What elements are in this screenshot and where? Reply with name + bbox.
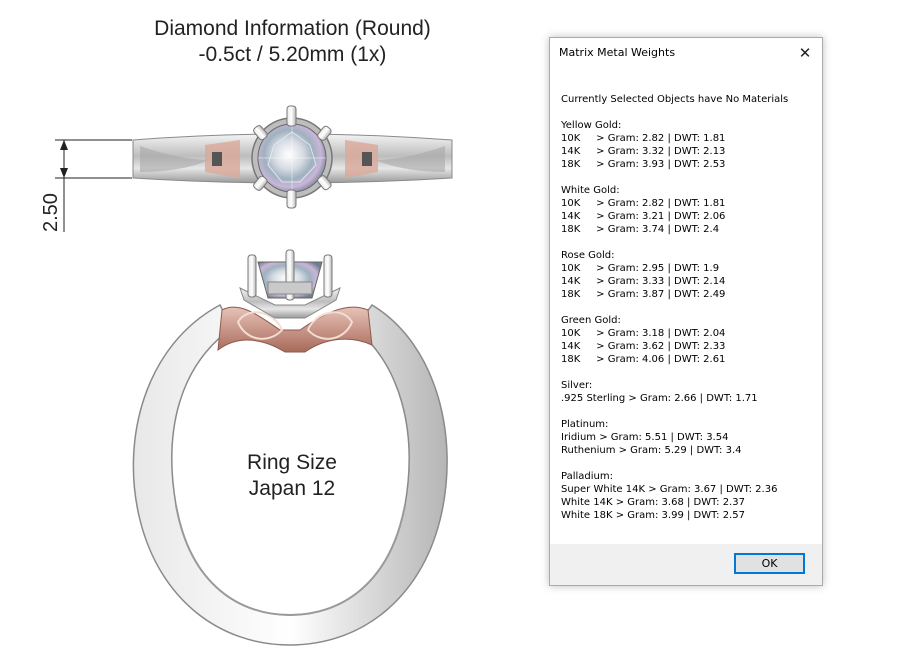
weight-row: Ruthenium > Gram: 5.29 | DWT: 3.4 [561,445,742,456]
dialog-title: Matrix Metal Weights [559,46,676,59]
weight-row: 14K > Gram: 3.32 | DWT: 2.13 [561,146,726,157]
dimension-marker [55,139,132,232]
metal-weights-dialog: Matrix Metal Weights ✕ Currently Selecte… [549,37,823,586]
dimension-label: 2.50 [40,193,62,232]
weight-row: 14K > Gram: 3.33 | DWT: 2.14 [561,276,726,287]
weight-row: 14K > Gram: 3.21 | DWT: 2.06 [561,211,726,222]
weight-row: 10K > Gram: 2.95 | DWT: 1.9 [561,263,720,274]
weight-row: 18K > Gram: 3.74 | DWT: 2.4 [561,224,720,235]
weight-row: 18K > Gram: 4.06 | DWT: 2.61 [561,354,726,365]
section-heading: Silver: [561,380,593,391]
section-heading: Palladium: [561,471,613,482]
metal-section: Yellow Gold: 10K > Gram: 2.82 | DWT: 1.81… [561,119,816,184]
status-text: Currently Selected Objects have No Mater… [561,94,789,105]
ring-top-view [132,105,453,209]
weight-row: White 14K > Gram: 3.68 | DWT: 2.37 [561,497,745,508]
section-heading: White Gold: [561,185,620,196]
dialog-content: Currently Selected Objects have No Mater… [561,93,816,522]
section-heading: Rose Gold: [561,250,615,261]
ring-size-label: Ring Size Japan 12 [222,450,362,502]
ring-size-line1: Ring Size [247,451,337,474]
section-heading: Yellow Gold: [561,120,622,131]
close-button[interactable]: ✕ [788,38,822,68]
ring-side-view [132,249,448,646]
metal-section: Silver: .925 Sterling > Gram: 2.66 | DWT:… [561,379,816,418]
weight-row: 18K > Gram: 3.87 | DWT: 2.49 [561,289,726,300]
weight-row: 18K > Gram: 3.93 | DWT: 2.53 [561,159,726,170]
close-icon: ✕ [798,44,812,62]
metal-section: Palladium: Super White 14K > Gram: 3.67 |… [561,470,816,522]
weight-row: .925 Sterling > Gram: 2.66 | DWT: 1.71 [561,393,758,404]
ring-size-line2: Japan 12 [248,477,336,500]
metal-section: Rose Gold: 10K > Gram: 2.95 | DWT: 1.9 14K… [561,249,816,314]
dialog-footer: OK [550,544,822,585]
ring-render-view: Diamond Information (Round) -0.5ct / 5.2… [0,0,540,672]
metal-section: Platinum: Iridium > Gram: 5.51 | DWT: 3.5… [561,418,816,470]
metal-section: Green Gold: 10K > Gram: 3.18 | DWT: 2.04 1… [561,314,816,379]
weight-row: 10K > Gram: 2.82 | DWT: 1.81 [561,198,726,209]
weight-row: 10K > Gram: 2.82 | DWT: 1.81 [561,133,726,144]
ok-button[interactable]: OK [734,553,805,574]
weight-row: Super White 14K > Gram: 3.67 | DWT: 2.36 [561,484,778,495]
metal-section: White Gold: 10K > Gram: 2.82 | DWT: 1.81 1… [561,184,816,249]
weight-row: Iridium > Gram: 5.51 | DWT: 3.54 [561,432,729,443]
section-heading: Green Gold: [561,315,621,326]
section-heading: Platinum: [561,419,609,430]
dialog-titlebar[interactable]: Matrix Metal Weights ✕ [550,38,822,68]
weight-row: 10K > Gram: 3.18 | DWT: 2.04 [561,328,726,339]
weight-row: 14K > Gram: 3.62 | DWT: 2.33 [561,341,726,352]
weight-row: White 18K > Gram: 3.99 | DWT: 2.57 [561,510,745,521]
metal-sections: Yellow Gold: 10K > Gram: 2.82 | DWT: 1.81… [561,119,816,522]
ring-illustration [55,105,453,646]
